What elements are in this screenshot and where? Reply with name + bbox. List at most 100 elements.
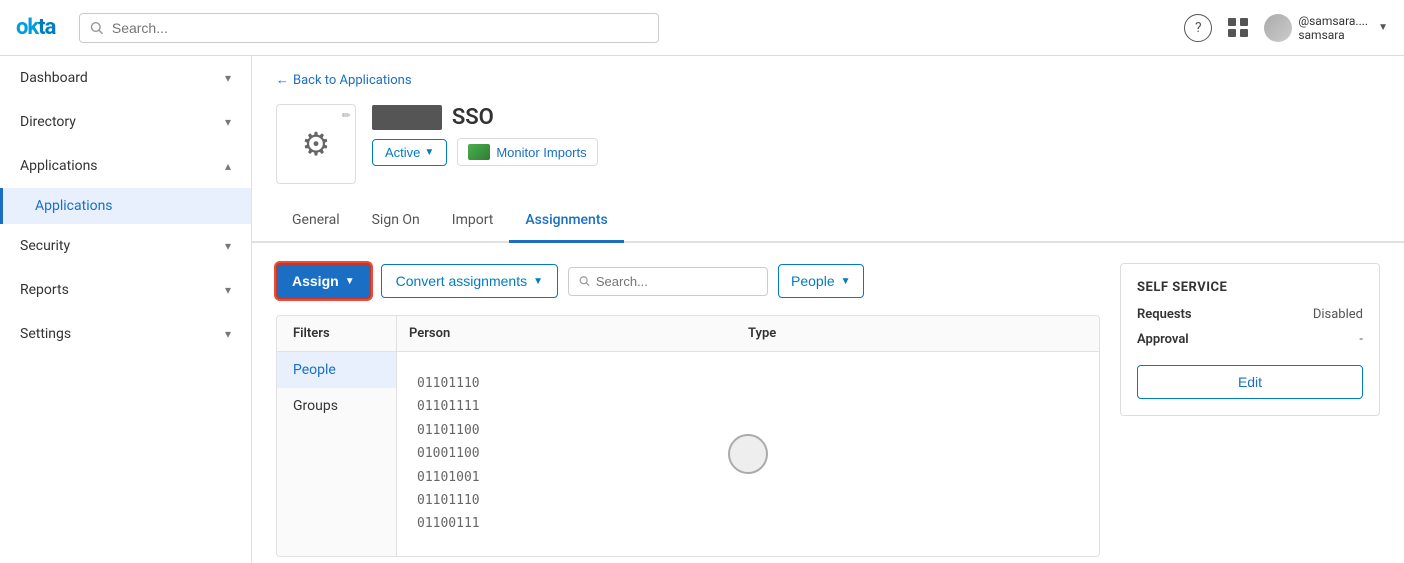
chevron-icon: ▾ bbox=[225, 327, 231, 341]
status-active-button[interactable]: Active ▼ bbox=[372, 139, 447, 166]
monitor-icon bbox=[468, 144, 490, 160]
assignments-area: Assign ▼ Convert assignments ▼ bbox=[252, 243, 1404, 563]
edit-pencil-icon[interactable]: ✏ bbox=[342, 109, 351, 122]
monitor-label: Monitor Imports bbox=[496, 145, 586, 160]
main-area: Dashboard ▾ Directory ▾ Applications ▴ A… bbox=[0, 56, 1404, 563]
chevron-icon: ▾ bbox=[225, 239, 231, 253]
search-icon bbox=[579, 275, 590, 287]
sidebar-sub-item-applications[interactable]: Applications bbox=[0, 188, 251, 224]
app-info: ████ SSO Active ▼ Monitor Imports bbox=[372, 104, 598, 166]
binary-line-2: 01101111 bbox=[417, 395, 1079, 418]
sidebar-item-label: Reports bbox=[20, 282, 69, 298]
approval-value: - bbox=[1359, 332, 1363, 347]
tabs: General Sign On Import Assignments bbox=[252, 200, 1404, 243]
sidebar-sub-item-label: Applications bbox=[35, 198, 113, 214]
assign-button[interactable]: Assign ▼ bbox=[276, 263, 371, 299]
filter-header: Filters bbox=[277, 316, 396, 352]
data-header: Person Type bbox=[397, 316, 1099, 352]
sidebar-item-applications[interactable]: Applications ▴ bbox=[0, 144, 251, 188]
app-title: ████ SSO bbox=[372, 104, 598, 130]
sidebar: Dashboard ▾ Directory ▾ Applications ▴ A… bbox=[0, 56, 252, 563]
sidebar-item-dashboard[interactable]: Dashboard ▾ bbox=[0, 56, 251, 100]
self-service-approval-row: Approval - bbox=[1137, 332, 1363, 347]
app-icon-box: ⚙ ✏ bbox=[276, 104, 356, 184]
back-link-text: Back to Applications bbox=[293, 73, 412, 88]
back-arrow: ← bbox=[276, 72, 289, 88]
self-service-sidebar: SELF SERVICE Requests Disabled Approval … bbox=[1120, 263, 1380, 557]
search-icon bbox=[90, 21, 103, 35]
content-inner: ← Back to Applications ⚙ ✏ ████ SSO bbox=[252, 56, 1404, 563]
assignments-table: Filters People Groups bbox=[276, 315, 1100, 557]
assignments-main: Assign ▼ Convert assignments ▼ bbox=[276, 263, 1100, 557]
assign-label: Assign bbox=[292, 273, 339, 289]
binary-circle-overlay bbox=[728, 434, 768, 474]
toolbar: Assign ▼ Convert assignments ▼ bbox=[276, 263, 1100, 299]
binary-line-6: 01101110 bbox=[417, 489, 1079, 512]
assignments-search-input[interactable] bbox=[596, 274, 757, 289]
sidebar-item-label: Security bbox=[20, 238, 70, 254]
binary-line-1: 01101110 bbox=[417, 372, 1079, 395]
search-box[interactable] bbox=[79, 13, 659, 43]
back-link[interactable]: ← Back to Applications bbox=[252, 56, 1404, 96]
filter-item-people[interactable]: People bbox=[277, 352, 396, 388]
convert-assignments-button[interactable]: Convert assignments ▼ bbox=[381, 264, 558, 298]
sidebar-item-reports[interactable]: Reports ▾ bbox=[0, 268, 251, 312]
user-info[interactable]: @samsara.... samsara ▼ bbox=[1264, 14, 1388, 42]
okta-logo: okta bbox=[16, 15, 55, 40]
chevron-down-icon: ▼ bbox=[1378, 22, 1388, 33]
people-filter-button[interactable]: People ▼ bbox=[778, 264, 864, 298]
self-service-title: SELF SERVICE bbox=[1137, 280, 1363, 295]
tab-sign-on[interactable]: Sign On bbox=[356, 200, 436, 243]
user-name-block: @samsara.... samsara bbox=[1298, 14, 1368, 42]
tab-assignments[interactable]: Assignments bbox=[509, 200, 623, 243]
top-right-actions: ? @samsara.... samsara ▼ bbox=[1184, 14, 1388, 42]
chevron-icon: ▾ bbox=[225, 115, 231, 129]
avatar bbox=[1264, 14, 1292, 42]
grid-icon[interactable] bbox=[1228, 18, 1248, 37]
chevron-icon: ▾ bbox=[225, 283, 231, 297]
chevron-up-icon: ▴ bbox=[225, 159, 231, 173]
gear-icon: ⚙ bbox=[302, 125, 331, 163]
assign-dropdown-icon: ▼ bbox=[345, 276, 355, 287]
filter-sidebar: Filters People Groups bbox=[277, 316, 397, 556]
sidebar-item-label: Settings bbox=[20, 326, 71, 342]
binary-data-display: 01101110 01101111 01101100 01001100 0110… bbox=[397, 352, 1099, 556]
sidebar-item-label: Applications bbox=[20, 158, 98, 174]
people-dropdown-icon: ▼ bbox=[841, 276, 851, 287]
dropdown-arrow-icon: ▼ bbox=[424, 147, 434, 158]
app-title-blurred: ████ bbox=[372, 105, 442, 130]
app-header: ⚙ ✏ ████ SSO Active ▼ bbox=[252, 96, 1404, 200]
chevron-icon: ▾ bbox=[225, 71, 231, 85]
tab-general[interactable]: General bbox=[276, 200, 356, 243]
app-actions: Active ▼ Monitor Imports bbox=[372, 138, 598, 166]
person-header: Person bbox=[409, 326, 748, 341]
monitor-imports-button[interactable]: Monitor Imports bbox=[457, 138, 597, 166]
table-inner: Filters People Groups bbox=[277, 316, 1099, 556]
top-bar: okta ? @samsara.... samsara ▼ bbox=[0, 0, 1404, 56]
search-input[interactable] bbox=[112, 20, 649, 36]
filter-item-groups[interactable]: Groups bbox=[277, 388, 396, 424]
approval-label: Approval bbox=[1137, 332, 1189, 347]
self-service-edit-button[interactable]: Edit bbox=[1137, 365, 1363, 399]
content-area: ← Back to Applications ⚙ ✏ ████ SSO bbox=[252, 56, 1404, 563]
help-icon[interactable]: ? bbox=[1184, 14, 1212, 42]
type-header: Type bbox=[748, 326, 1087, 341]
people-label: People bbox=[791, 273, 835, 289]
requests-label: Requests bbox=[1137, 307, 1192, 322]
sidebar-item-security[interactable]: Security ▾ bbox=[0, 224, 251, 268]
sidebar-item-label: Directory bbox=[20, 114, 76, 130]
sidebar-item-settings[interactable]: Settings ▾ bbox=[0, 312, 251, 356]
convert-dropdown-icon: ▼ bbox=[533, 276, 543, 287]
self-service-box: SELF SERVICE Requests Disabled Approval … bbox=[1120, 263, 1380, 416]
assignments-search[interactable] bbox=[568, 267, 768, 296]
user-name: samsara bbox=[1298, 28, 1368, 42]
user-email: @samsara.... bbox=[1298, 14, 1368, 28]
sidebar-item-directory[interactable]: Directory ▾ bbox=[0, 100, 251, 144]
sidebar-item-label: Dashboard bbox=[20, 70, 88, 86]
app-title-text: SSO bbox=[452, 105, 494, 130]
tab-import[interactable]: Import bbox=[436, 200, 510, 243]
convert-label: Convert assignments bbox=[396, 273, 528, 289]
data-area: Person Type 01101110 01101111 01101100 0… bbox=[397, 316, 1099, 556]
binary-line-7: 01100111 bbox=[417, 512, 1079, 535]
status-label: Active bbox=[385, 145, 420, 160]
